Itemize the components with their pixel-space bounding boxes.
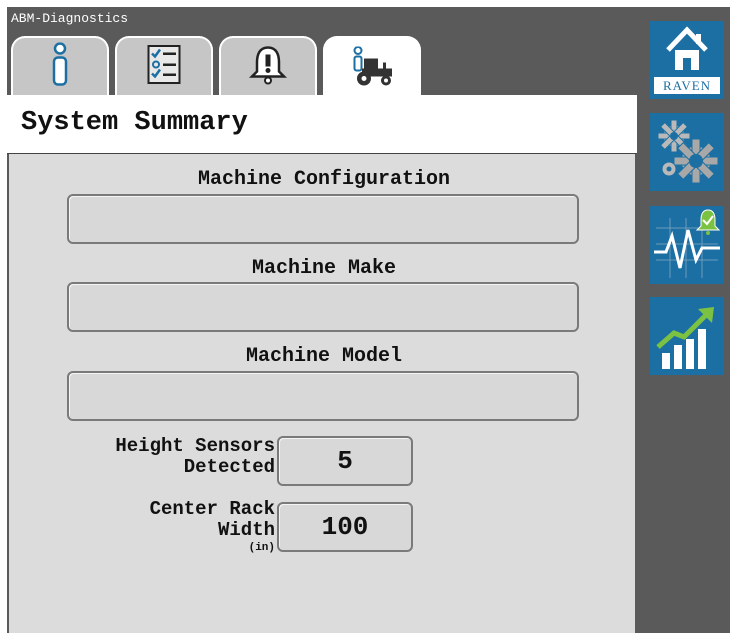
- gears-icon: [654, 117, 720, 192]
- machine-make-label: Machine Make: [251, 257, 397, 280]
- machine-info-icon: [350, 45, 394, 91]
- performance-button[interactable]: [650, 297, 724, 375]
- home-button[interactable]: RAVEN: [650, 21, 724, 99]
- height-sensors-label: Height Sensors Detected: [115, 436, 275, 478]
- settings-button[interactable]: [650, 113, 724, 191]
- page-title: System Summary: [21, 108, 248, 138]
- machine-configuration-field[interactable]: [67, 194, 579, 244]
- alarm-bell-icon: [248, 45, 288, 90]
- center-rack-label: Center Rack Width (in): [150, 499, 275, 555]
- center-rack-label-line1: Center Rack: [149, 498, 275, 520]
- raven-brand-text: RAVEN: [654, 77, 720, 94]
- machine-configuration-label: Machine Configuration: [197, 168, 451, 191]
- page-header: System Summary: [7, 95, 637, 154]
- home-icon: [664, 26, 710, 79]
- window-title: ABM-Diagnostics: [11, 11, 129, 26]
- tab-info[interactable]: [11, 36, 109, 96]
- machine-model-field[interactable]: [67, 371, 579, 421]
- machine-make-field[interactable]: [67, 282, 579, 332]
- height-sensors-value[interactable]: 5: [277, 436, 413, 486]
- tab-checklist[interactable]: [115, 36, 213, 96]
- diagnostics-button[interactable]: [650, 206, 724, 284]
- machine-model-label: Machine Model: [245, 345, 403, 368]
- center-rack-label-line2: Width: [217, 519, 275, 541]
- growth-chart-icon: [654, 301, 720, 376]
- center-rack-value[interactable]: 100: [277, 502, 413, 552]
- waveform-alarm-icon: [652, 208, 722, 287]
- app-window: ABM-Diagnostics System Summary Machine C…: [7, 7, 730, 633]
- tab-alarms[interactable]: [219, 36, 317, 96]
- height-sensors-label-line2: Detected: [183, 456, 275, 478]
- tab-machine-info[interactable]: [323, 36, 421, 99]
- center-rack-unit: (in): [248, 542, 275, 554]
- info-icon: [48, 42, 72, 92]
- system-summary-panel: Machine Configuration Machine Make Machi…: [9, 154, 635, 633]
- height-sensors-label-line1: Height Sensors: [115, 435, 275, 457]
- checklist-icon: [147, 45, 181, 90]
